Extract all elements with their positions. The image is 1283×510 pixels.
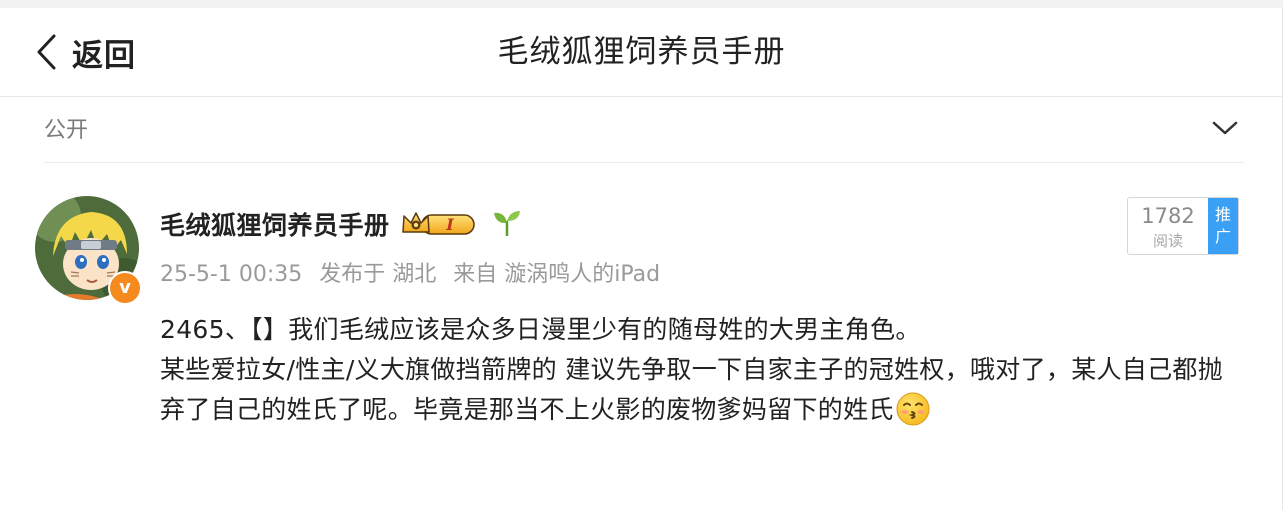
page-title: 毛绒狐狸饲养员手册 xyxy=(497,34,786,70)
vip-level: I xyxy=(445,215,454,234)
chevron-left-icon xyxy=(36,34,56,70)
read-count: 1782 xyxy=(1141,204,1195,228)
content-line-2-text: 某些爱拉女/性主/义大旗做挡箭牌的 建议先争取一下自家主子的冠姓权，哦对了，某人… xyxy=(160,355,1223,424)
visibility-label: 公开 xyxy=(44,118,89,143)
read-count-box[interactable]: 1782 阅读 推广 xyxy=(1127,197,1239,255)
promote-button[interactable]: 推广 xyxy=(1208,198,1238,254)
content-line-2: 某些爱拉女/性主/义大旗做挡箭牌的 建议先争取一下自家主子的冠姓权，哦对了，某人… xyxy=(160,350,1240,438)
read-label: 阅读 xyxy=(1152,232,1183,250)
post-source: 来自 漩涡鸣人的iPad xyxy=(453,262,661,287)
crown-vip-icon[interactable]: I xyxy=(400,210,478,238)
content-line-1: 2465、【】我们毛绒应该是众多日漫里少有的随母姓的大男主角色。 xyxy=(160,315,921,344)
kissing-face-emoji xyxy=(896,392,930,438)
post-location: 发布于 湖北 xyxy=(319,262,437,287)
sprout-icon[interactable] xyxy=(492,208,522,240)
verified-badge: v xyxy=(108,271,142,305)
post-meta: 25-5-1 00:35 发布于 湖北 来自 漩涡鸣人的iPad xyxy=(160,256,670,288)
chevron-down-icon xyxy=(1212,120,1238,140)
author-name[interactable]: 毛绒狐狸饲养员手册 xyxy=(160,206,390,242)
top-strip xyxy=(0,0,1283,8)
post-time: 25-5-1 00:35 xyxy=(160,262,303,287)
visibility-selector[interactable]: 公开 xyxy=(44,98,1244,163)
post-content: 2465、【】我们毛绒应该是众多日漫里少有的随母姓的大男主角色。 某些爱拉女/性… xyxy=(160,310,1240,438)
author-row: 毛绒狐狸饲养员手册 I xyxy=(160,202,522,246)
back-label: 返回 xyxy=(72,37,136,74)
navbar: 毛绒狐狸饲养员手册 返回 xyxy=(0,8,1283,97)
back-button[interactable]: 返回 xyxy=(36,8,136,96)
